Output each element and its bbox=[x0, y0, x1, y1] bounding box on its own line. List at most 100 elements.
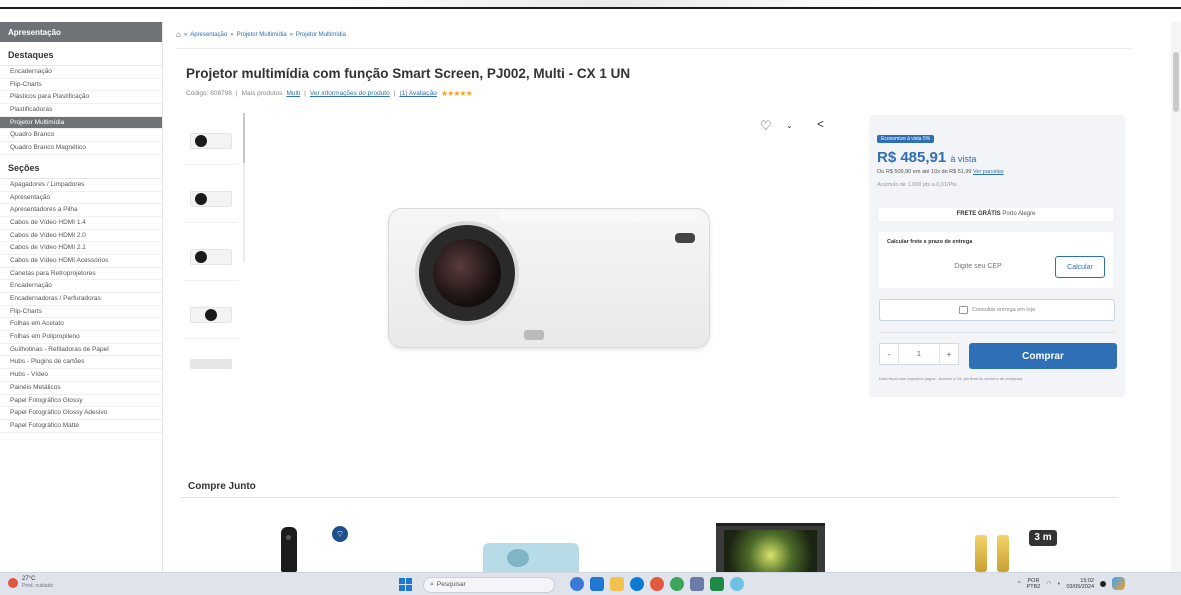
meta-sep: | bbox=[304, 90, 306, 97]
app-icon[interactable] bbox=[590, 577, 604, 591]
thumbnail[interactable] bbox=[184, 229, 238, 281]
product-meta: Código: 808798 | Mais produtos Multi | V… bbox=[186, 89, 473, 98]
language-indicator[interactable]: POR PTB2 bbox=[1027, 578, 1041, 590]
sidebar-item[interactable]: Folhas em Polipropileno bbox=[0, 331, 162, 344]
thumbnail-scrollbar[interactable] bbox=[243, 113, 245, 263]
sidebar-secoes-list: Apagadores / Limpadores Apresentação Apres… bbox=[0, 179, 162, 433]
sidebar-item[interactable]: Hubs - Vídeo bbox=[0, 369, 162, 382]
free-shipping-label: FRETE GRÁTIS bbox=[956, 211, 1001, 217]
clock[interactable]: 15:02 03/05/2024 bbox=[1067, 578, 1095, 590]
cep-input[interactable] bbox=[897, 256, 1059, 278]
thumbnail[interactable] bbox=[184, 287, 238, 339]
bundle-product-screen[interactable] bbox=[716, 523, 825, 572]
shipping-city: Porto Alegre bbox=[1002, 211, 1036, 217]
sidebar-item[interactable]: Papel Fotográfico Glossy Adesivo bbox=[0, 407, 162, 420]
chevron-down-icon[interactable]: ⌄ bbox=[786, 121, 793, 130]
rating-stars[interactable]: ★★★★★ bbox=[441, 89, 473, 98]
thumbnail[interactable] bbox=[184, 171, 238, 223]
app-icon[interactable] bbox=[650, 577, 664, 591]
chrome-icon[interactable] bbox=[670, 577, 684, 591]
sidebar-header[interactable]: Apresentação bbox=[0, 22, 162, 42]
weather-icon bbox=[8, 578, 18, 588]
app-icon[interactable] bbox=[730, 577, 744, 591]
sidebar-item[interactable]: Flip-Charts bbox=[0, 306, 162, 319]
wifi-icon[interactable]: ◠ bbox=[1046, 581, 1051, 587]
sidebar-item[interactable]: Folhas em Acetato bbox=[0, 318, 162, 332]
weather-text: 27°C Pred. nublado bbox=[22, 576, 53, 590]
thumb-lens bbox=[195, 135, 207, 147]
projector-foot bbox=[524, 330, 544, 340]
breadcrumb-item[interactable]: Projetor Multimídia bbox=[296, 32, 346, 38]
edge-icon[interactable] bbox=[630, 577, 644, 591]
home-icon[interactable]: ⌂ bbox=[176, 30, 181, 39]
bundle-product-camera[interactable] bbox=[483, 543, 579, 572]
sidebar-item[interactable]: Papel Fotográfico Matte bbox=[0, 420, 162, 433]
bundle-product-cable[interactable] bbox=[973, 530, 1023, 572]
sidebar-item[interactable]: Plastificadoras bbox=[0, 104, 162, 117]
calculate-shipping-button[interactable]: Calcular bbox=[1055, 256, 1105, 278]
sidebar-item[interactable]: Painéis Metálicos bbox=[0, 382, 162, 395]
copilot-icon[interactable] bbox=[1112, 577, 1126, 590]
notification-icon[interactable] bbox=[1100, 580, 1107, 587]
sidebar-item[interactable]: Apagadores / Limpadores bbox=[0, 179, 162, 192]
store-pickup-button[interactable]: Consultar entrega em loja bbox=[879, 299, 1115, 321]
sidebar-item[interactable]: Guilhotinas - Refiladoras de Papel bbox=[0, 344, 162, 357]
sidebar-item[interactable]: Cabos de Vídeo HDMI 2.1 bbox=[0, 242, 162, 255]
app-icon[interactable] bbox=[690, 577, 704, 591]
sidebar-item[interactable]: Quadro Branco Magnético bbox=[0, 142, 162, 155]
sidebar-item[interactable]: Encadernadoras / Perfuradoras bbox=[0, 293, 162, 306]
sidebar-item[interactable]: Encadernação bbox=[0, 66, 162, 79]
page-scrollbar[interactable] bbox=[1171, 22, 1181, 572]
sidebar-item[interactable]: Hubs - Plugins de cartões bbox=[0, 356, 162, 370]
sidebar-section-secoes: Seções bbox=[0, 155, 162, 179]
breadcrumb-sep: » bbox=[183, 31, 188, 38]
weather-widget[interactable]: 27°C Pred. nublado bbox=[8, 576, 53, 590]
weather-temp: 27°C bbox=[22, 576, 36, 582]
sidebar-item[interactable]: Quadro Branco bbox=[0, 129, 162, 143]
page-scroll-thumb[interactable] bbox=[1173, 52, 1179, 112]
sidebar-item[interactable]: Projetor Multimídia bbox=[0, 116, 162, 130]
shipping-calculator: Calcular frete e prazo de entrega Calcul… bbox=[879, 232, 1113, 288]
breadcrumb-item[interactable]: Projetor Multimídia bbox=[237, 32, 287, 38]
product-info-link[interactable]: Ver informações do produto bbox=[310, 90, 390, 97]
installment-info: Ou R$ 509,90 em até 10x de R$ 51,99 Ver … bbox=[877, 169, 1004, 175]
qty-input[interactable] bbox=[898, 344, 940, 364]
chevron-up-icon[interactable]: ^ bbox=[1018, 581, 1021, 587]
price-suffix: à vista bbox=[950, 154, 977, 164]
sidebar-destaques-list: Encadernação Flip-Charts Plásticos para Pl… bbox=[0, 66, 162, 155]
sidebar-item[interactable]: Cabos de Vídeo HDMI Acessórios bbox=[0, 255, 162, 268]
thumbnail-scroll-thumb[interactable] bbox=[243, 113, 245, 163]
lang-secondary: PTB2 bbox=[1026, 583, 1041, 590]
qty-increase-button[interactable]: + bbox=[940, 344, 958, 364]
file-explorer-icon[interactable] bbox=[610, 577, 624, 591]
taskbar-search[interactable]: ⌕ Pesquisar bbox=[423, 577, 555, 593]
excel-icon[interactable] bbox=[710, 577, 724, 591]
qty-decrease-button[interactable]: - bbox=[880, 344, 898, 364]
sidebar-item[interactable]: Apresentadores a Pilha bbox=[0, 204, 162, 217]
sidebar-item[interactable]: Plásticos para Plastificação bbox=[0, 91, 162, 105]
main-product-image[interactable] bbox=[385, 208, 715, 356]
share-icon[interactable]: < bbox=[817, 117, 824, 131]
breadcrumb-item[interactable]: Apresentação bbox=[190, 32, 227, 38]
sidebar-item[interactable]: Cabos de Vídeo HDMI 2.0 bbox=[0, 230, 162, 243]
reviews-link[interactable]: (1) Avaliação bbox=[399, 90, 436, 97]
sidebar-item[interactable]: Encadernação bbox=[0, 280, 162, 293]
clock-date: 03/05/2024 bbox=[1066, 583, 1095, 590]
thumbnail[interactable] bbox=[184, 113, 238, 165]
sidebar-item[interactable]: Flip-Charts bbox=[0, 79, 162, 92]
brand-link[interactable]: Multi bbox=[286, 90, 300, 97]
app-icon[interactable] bbox=[570, 577, 584, 591]
sidebar-item[interactable]: Apresentação bbox=[0, 192, 162, 205]
windows-start-icon[interactable] bbox=[399, 578, 412, 591]
sidebar-item[interactable]: Canetas para Retroprojetores bbox=[0, 268, 162, 281]
sidebar-item[interactable]: Cabos de Vídeo HDMI 1.4 bbox=[0, 217, 162, 230]
buy-button[interactable]: Comprar bbox=[969, 343, 1117, 369]
sidebar-item[interactable]: Papel Fotográfico Glossy bbox=[0, 395, 162, 408]
volume-icon[interactable]: ◖ bbox=[1057, 581, 1060, 587]
bundle-product-presenter[interactable] bbox=[281, 527, 297, 572]
heart-icon[interactable]: ♡ bbox=[760, 118, 772, 134]
start-tile bbox=[406, 585, 412, 591]
installments-link[interactable]: Ver parcelas bbox=[973, 169, 1004, 175]
thumbnail[interactable] bbox=[184, 345, 238, 373]
category-sidebar: Apresentação Destaques Encadernação Flip-… bbox=[0, 22, 163, 572]
